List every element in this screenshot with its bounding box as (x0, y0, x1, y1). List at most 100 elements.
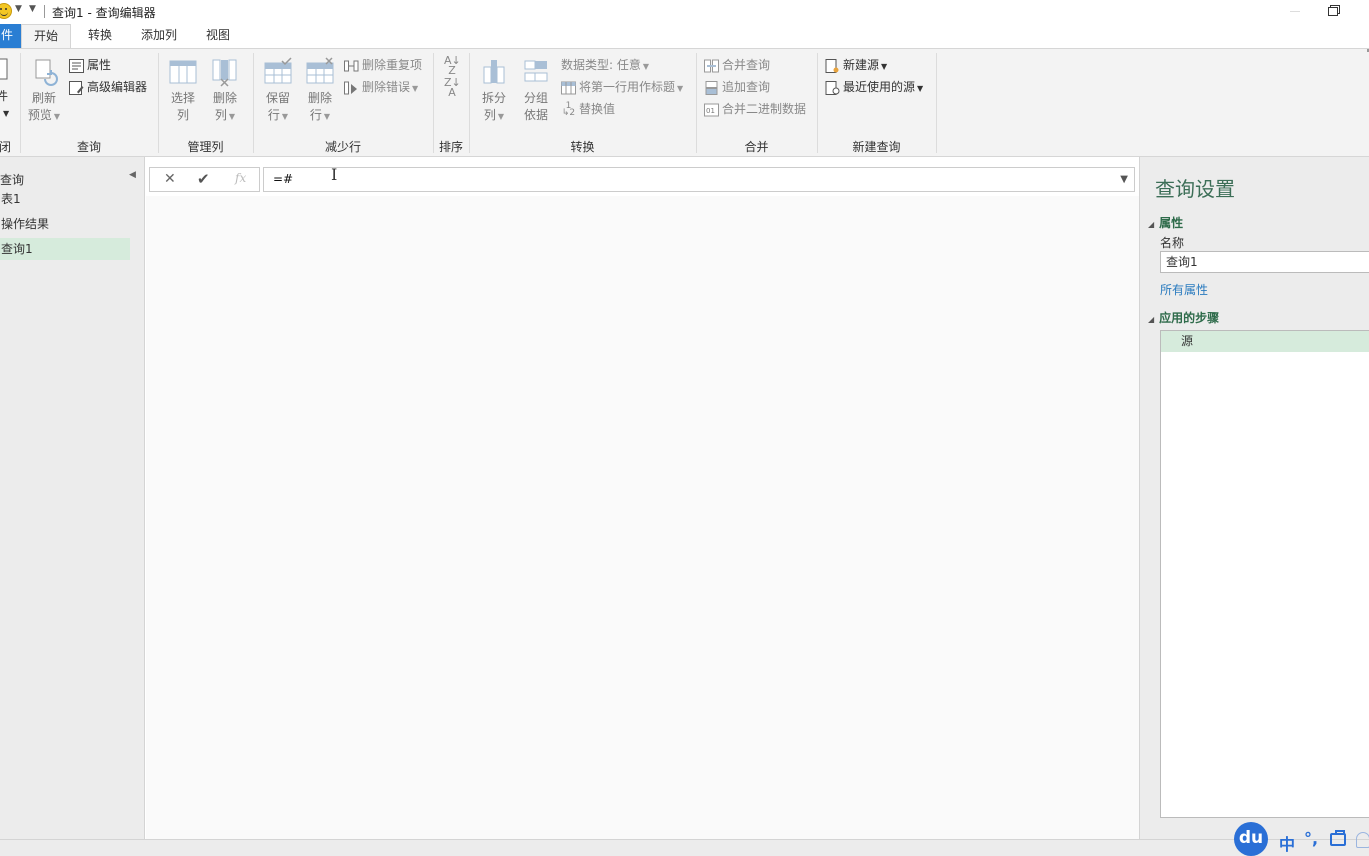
close-load-button[interactable]: 件 (0, 55, 10, 105)
ime-user-icon[interactable] (1356, 832, 1369, 848)
cancel-formula-icon[interactable]: ✕ (164, 171, 176, 187)
data-preview-area[interactable] (146, 196, 1139, 839)
ime-language-toggle[interactable]: 中 (1279, 831, 1295, 855)
status-bar (0, 839, 1369, 856)
group-by-button[interactable]: 分组 依据 (517, 57, 555, 124)
remove-rows-icon (306, 57, 334, 84)
minimize-button[interactable] (1285, 1, 1305, 21)
refresh-preview-button[interactable]: 刷新 预览 ▼ (25, 57, 63, 125)
formula-bar: ✕ ✔ fx =# ▼ (149, 167, 1135, 192)
applied-step-item[interactable]: 源 (1161, 331, 1369, 352)
window-title: 查询1 - 查询编辑器 (52, 6, 156, 20)
use-first-row-dropdown-icon: ▼ (677, 84, 684, 93)
remove-duplicates-button[interactable]: 删除重复项 (344, 56, 422, 73)
ime-toolbox-icon[interactable] (1330, 830, 1346, 846)
remove-columns-dropdown-icon: ▼ (228, 112, 236, 121)
recent-sources-button[interactable]: 最近使用的源 ▼ (825, 78, 923, 95)
tab-file[interactable]: 件 (0, 24, 21, 48)
replace-values-button[interactable]: 1 ↳2 替换值 (561, 100, 615, 117)
use-first-row-headers-button[interactable]: 将第一行用作标题 ▼ (561, 78, 683, 95)
remove-columns-button[interactable]: 删除 列 ▼ (206, 57, 244, 125)
svg-text:01: 01 (706, 107, 715, 115)
properties-button[interactable]: 属性 (69, 56, 111, 73)
restore-button[interactable] (1326, 3, 1342, 19)
ribbon: 件 ▼ 闭 刷新 预览 ▼ 属性 高级编辑器 查询 选择 列 删除 列 ▼ 管理… (0, 48, 1369, 157)
group-label-reduce-rows: 减少行 (324, 140, 361, 154)
split-column-button[interactable]: 拆分 列 ▼ (475, 57, 513, 125)
split-column-icon (483, 60, 505, 84)
refresh-preview-label-1: 刷新 (31, 91, 56, 105)
remove-errors-icon (344, 81, 357, 94)
data-type-dropdown[interactable]: 数据类型: 任意 ▼ (561, 56, 649, 73)
close-load-label: 件 (0, 89, 8, 103)
keep-rows-label-1: 保留 (265, 91, 290, 105)
remove-rows-label-1: 删除 (307, 91, 332, 105)
customize-toolbar-icon[interactable]: ▼ (29, 4, 36, 14)
tab-add-column[interactable]: 添加列 (129, 24, 189, 48)
merge-queries-button[interactable]: 合并查询 (704, 56, 770, 73)
group-label-close: 闭 (0, 140, 12, 154)
query-settings-title: 查询设置 (1155, 177, 1235, 201)
choose-columns-label-2: 列 (176, 108, 189, 122)
ime-punctuation-toggle[interactable]: °, (1304, 829, 1318, 848)
append-queries-label: 追加查询 (722, 80, 771, 94)
app-smiley-icon[interactable] (0, 3, 12, 19)
applied-steps-section-header[interactable]: ◢ 应用的步骤 (1148, 309, 1219, 326)
all-properties-link[interactable]: 所有属性 (1160, 281, 1208, 298)
sort-ascending-icon: A↓ Z (444, 54, 461, 77)
query-settings-pane: 查询设置 ◢ 属性 名称 查询1 所有属性 ◢ 应用的步骤 源 (1139, 157, 1369, 839)
sort-ascending-button[interactable]: A↓ Z (444, 54, 461, 77)
query-list-item[interactable]: 操作结果 (0, 213, 130, 235)
properties-label: 属性 (87, 58, 112, 72)
group-label-query: 查询 (76, 140, 101, 154)
commit-formula-icon[interactable]: ✔ (197, 170, 210, 188)
replace-values-icon: 1 ↳2 (561, 100, 576, 118)
query-name-input[interactable]: 查询1 (1160, 251, 1369, 273)
remove-duplicates-label: 删除重复项 (362, 58, 423, 72)
query-list-item[interactable]: 表1 (0, 188, 130, 210)
combine-binaries-button[interactable]: 01 合并二进制数据 (704, 100, 806, 117)
collapse-navigator-icon[interactable]: ◀ (129, 170, 136, 180)
remove-rows-button[interactable]: 删除 行 ▼ (301, 57, 339, 125)
advanced-editor-label: 高级编辑器 (87, 80, 148, 94)
data-type-dropdown-icon: ▼ (642, 62, 650, 71)
group-label-new-query: 新建查询 (852, 140, 901, 154)
keep-rows-icon (264, 57, 292, 84)
properties-icon (69, 58, 84, 73)
choose-columns-button[interactable]: 选择 列 (164, 57, 202, 124)
fx-icon[interactable]: fx (235, 171, 246, 185)
recent-sources-label: 最近使用的源 (843, 80, 916, 94)
split-column-dropdown-icon: ▼ (497, 112, 505, 121)
tab-home[interactable]: 开始 (21, 24, 72, 49)
sort-descending-button[interactable]: Z↓ A (444, 77, 461, 98)
baidu-ime-icon[interactable]: du (1234, 822, 1268, 856)
keep-rows-button[interactable]: 保留 行 ▼ (259, 57, 297, 125)
quick-access-dropdown-icon[interactable]: ▼ (15, 4, 22, 14)
refresh-preview-label-2: 预览 (27, 108, 52, 122)
first-row-header-icon (561, 81, 576, 94)
new-source-button[interactable]: 新建源 ▼ (825, 56, 887, 73)
title-bar: ▼ ▼ 查询1 - 查询编辑器 (0, 0, 1369, 24)
tab-view[interactable]: 视图 (194, 24, 242, 48)
append-queries-button[interactable]: 追加查询 (704, 78, 770, 95)
remove-columns-icon (212, 59, 237, 87)
group-separator (936, 53, 937, 153)
navigator-header: 查询 (0, 173, 25, 187)
replace-values-label: 替换值 (579, 102, 616, 116)
query-list-item-selected[interactable]: 查询1 (0, 238, 130, 260)
remove-errors-button[interactable]: 删除错误 ▼ (344, 78, 418, 95)
close-load-dropdown-icon[interactable]: ▼ (3, 109, 9, 118)
combine-binaries-label: 合并二进制数据 (722, 102, 807, 116)
expand-formula-icon[interactable]: ▼ (1120, 168, 1128, 191)
merge-queries-label: 合并查询 (722, 58, 771, 72)
properties-section-header[interactable]: ◢ 属性 (1148, 214, 1183, 231)
remove-errors-dropdown-icon: ▼ (412, 84, 419, 93)
name-label: 名称 (1160, 236, 1185, 250)
recent-sources-icon (825, 80, 840, 95)
formula-input[interactable]: =# ▼ (263, 167, 1135, 192)
advanced-editor-button[interactable]: 高级编辑器 (69, 78, 147, 95)
group-label-sort: 排序 (438, 140, 463, 154)
merge-queries-icon (704, 59, 719, 72)
tab-transform[interactable]: 转换 (76, 24, 124, 48)
keep-rows-label-2: 行 (267, 108, 280, 122)
